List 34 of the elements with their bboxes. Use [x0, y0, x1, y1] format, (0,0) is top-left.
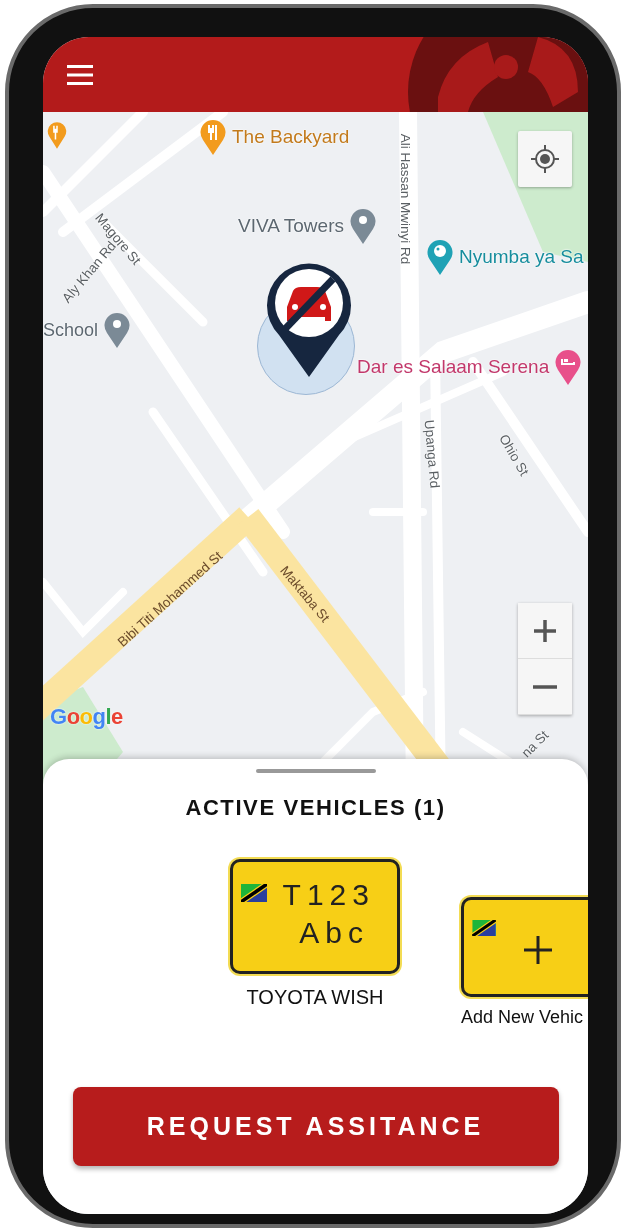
museum-pin-icon[interactable] [427, 239, 453, 275]
street-label: Ali Hassan Mwinyi Rd [397, 133, 413, 265]
street-label: na St [518, 727, 552, 761]
plate-letters: Abc [299, 915, 369, 951]
add-vehicle-card[interactable] [461, 897, 588, 997]
zoom-in-button[interactable] [518, 603, 572, 659]
crossed-car-pin-icon[interactable] [265, 261, 353, 377]
hotel-pin-icon[interactable] [555, 349, 582, 385]
my-location-button[interactable] [518, 131, 572, 187]
license-plate-card[interactable]: T123 Abc [230, 859, 400, 974]
place-label[interactable]: School [43, 319, 99, 341]
place-label[interactable]: The Backyard [232, 126, 350, 148]
map-pin-icon[interactable] [104, 312, 131, 348]
map-pin-icon[interactable] [349, 208, 376, 244]
street-label: Upanga Rd [421, 419, 443, 489]
restaurant-pin-icon[interactable] [200, 119, 226, 155]
minus-icon [533, 684, 557, 689]
request-assistance-button[interactable]: REQUEST ASSITANCE [72, 1087, 559, 1166]
crosshair-icon [531, 145, 559, 173]
drag-handle[interactable] [255, 769, 376, 773]
plus-icon [533, 618, 557, 643]
zoom-out-button[interactable] [518, 659, 572, 715]
sheet-title: ACTIVE VEHICLES (1) [185, 795, 446, 821]
place-label[interactable]: Dar es Salaam Serena [357, 356, 550, 378]
place-label[interactable]: Nyumba ya Sa [459, 246, 584, 268]
map-attribution-logo: Google [50, 704, 123, 730]
vehicle-name: Add New Vehic [461, 1007, 584, 1028]
flag-icon [472, 920, 496, 936]
plus-icon [524, 936, 552, 964]
plate-number: T123 [282, 877, 375, 913]
menu-icon[interactable] [67, 64, 93, 85]
vehicle-name: TOYOTA WISH [246, 986, 384, 1009]
place-label[interactable]: VIVA Towers [238, 215, 344, 237]
flag-icon [241, 884, 267, 902]
